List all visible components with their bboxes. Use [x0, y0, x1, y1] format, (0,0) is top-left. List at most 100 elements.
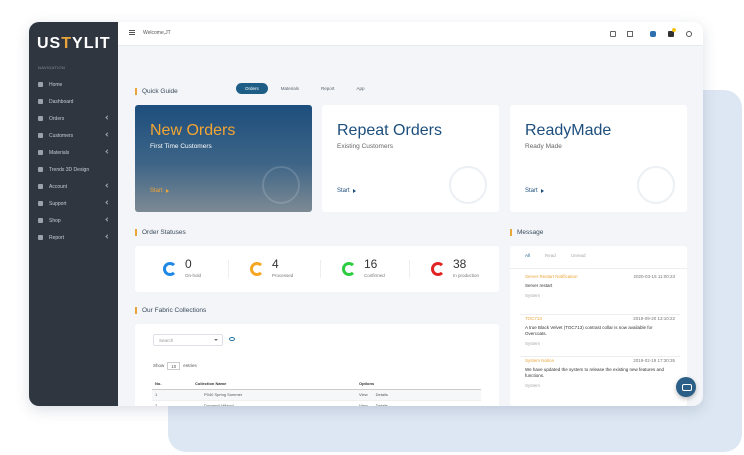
sidebar-item-label: Shop — [49, 217, 61, 224]
chevron-left-icon — [105, 149, 110, 154]
divider — [409, 260, 410, 278]
status-count: 0 — [185, 257, 192, 271]
card-subtitle: First Time Customers — [150, 143, 212, 150]
page-length-select[interactable]: 10 — [167, 362, 181, 370]
message-tab-unread[interactable]: Unread — [571, 253, 586, 258]
cart-icon[interactable] — [668, 28, 676, 37]
chat-icon[interactable] — [676, 377, 696, 397]
sidebar-item-materials[interactable]: Materials — [29, 144, 118, 161]
sidebar-item-label: Materials — [49, 149, 70, 156]
message-item[interactable]: Server Restart Notification 2020-03-15 11… — [525, 274, 675, 298]
nav-icon — [38, 235, 43, 240]
tab-app[interactable]: App — [348, 83, 374, 94]
progress-ring-icon — [250, 262, 264, 276]
nav-icon — [38, 184, 43, 189]
view-link[interactable]: View — [359, 403, 368, 406]
nav-icon — [38, 201, 43, 206]
column-header[interactable]: Collection Name — [192, 379, 356, 390]
message-tabs: All Read Unread — [525, 253, 586, 258]
grid-icon[interactable] — [610, 31, 616, 37]
eye-icon[interactable] — [229, 337, 235, 341]
sidebar-item-shop[interactable]: Shop — [29, 212, 118, 229]
card-subtitle: Existing Customers — [337, 143, 393, 150]
brand-logo[interactable]: USTYLIT — [37, 35, 111, 53]
nav-icon — [38, 167, 43, 172]
hamburger-icon[interactable] — [129, 30, 135, 35]
start-link[interactable]: Start — [337, 188, 350, 194]
sidebar-item-label: Support — [49, 200, 67, 207]
sidebar-item-label: Report — [49, 234, 65, 241]
status-label: In production — [453, 273, 480, 278]
sidebar-item-home[interactable]: Home — [29, 76, 118, 93]
divider — [520, 356, 680, 357]
table-row: 2 Dormeuil Milano! View Details — [152, 400, 481, 406]
message-tab-all[interactable]: All — [525, 253, 530, 258]
sidebar-item-label: Customers — [49, 132, 74, 139]
sidebar-item-customers[interactable]: Customers — [29, 127, 118, 144]
message-item[interactable]: TOC713 2019-09-20 13:10:22 A true Black Ve… — [525, 316, 675, 346]
table-row: 1 P040 Spring Summer View Details — [152, 389, 481, 401]
sidebar: USTYLIT NAVIGATION Home Dashboard Orders Cu… — [29, 22, 118, 406]
status-label: On-hold — [185, 273, 202, 278]
details-link[interactable]: Details — [376, 392, 388, 397]
chevron-left-icon — [105, 200, 110, 205]
sidebar-item-label: Account — [49, 183, 68, 190]
card-new-orders[interactable]: New Orders First Time Customers Start — [135, 105, 312, 212]
card-repeat-orders[interactable]: Repeat Orders Existing Customers Start — [322, 105, 499, 212]
quick-guide-tabs: Orders Materials Report App — [236, 83, 374, 94]
cell-options: View Details — [356, 389, 481, 401]
view-link[interactable]: View — [359, 392, 368, 397]
power-icon[interactable] — [686, 31, 692, 37]
sidebar-item-account[interactable]: Account — [29, 178, 118, 195]
divider — [520, 314, 680, 315]
card-readymade[interactable]: ReadyMade Ready Made Start — [510, 105, 687, 212]
nav-header: NAVIGATION — [38, 65, 66, 70]
sidebar-item-support[interactable]: Support — [29, 195, 118, 212]
tab-orders[interactable]: Orders — [236, 83, 268, 94]
details-link[interactable]: Details — [376, 403, 388, 406]
sidebar-item-trends-3d-design[interactable]: Trends 3D Design — [29, 161, 118, 178]
cell-no: 1 — [152, 389, 192, 401]
message-item[interactable]: System Notice 2019-02-19 17:30:35 We have … — [525, 358, 675, 388]
sidebar-item-label: Trends 3D Design — [49, 166, 90, 173]
chevron-down-icon — [214, 339, 218, 341]
arrow-right-icon — [166, 189, 169, 193]
fullscreen-icon[interactable] — [627, 31, 633, 37]
message-body: A true Black Velvet (TOC713) contrast co… — [525, 325, 653, 336]
quick-guide-title: Quick Guide — [135, 88, 178, 95]
sidebar-item-orders[interactable]: Orders — [29, 110, 118, 127]
card-title: Repeat Orders — [337, 122, 442, 139]
message-panel: All Read Unread Server Restart Notificatio… — [510, 246, 687, 406]
card-title: New Orders — [150, 122, 236, 139]
order-statuses-panel: 0 On-hold 4 Processed 16 Confirmed 38 In produc… — [135, 246, 499, 292]
search-input[interactable]: Search — [153, 334, 223, 346]
column-header[interactable]: No. — [152, 379, 192, 390]
chevron-left-icon — [105, 115, 110, 120]
order-statuses-title: Order Statuses — [135, 229, 186, 236]
welcome-text: Welcome,JT — [143, 30, 171, 36]
page-length-control: Show 10 entries — [153, 362, 197, 370]
top-bar: Welcome,JT — [118, 22, 703, 46]
status-count: 38 — [453, 257, 467, 271]
message-tab-read[interactable]: Read — [545, 253, 556, 258]
nav-icon — [38, 218, 43, 223]
start-link[interactable]: Start — [150, 188, 163, 194]
sidebar-item-report[interactable]: Report — [29, 229, 118, 246]
column-header: Options — [356, 379, 481, 390]
sidebar-item-label: Home — [49, 81, 63, 88]
start-link[interactable]: Start — [525, 188, 538, 194]
arrow-right-icon — [353, 189, 356, 193]
tab-report[interactable]: Report — [312, 83, 344, 94]
chevron-left-icon — [105, 183, 110, 188]
bell-icon[interactable] — [650, 31, 656, 37]
sidebar-nav: Home Dashboard Orders Customers Materials Tre… — [29, 76, 118, 246]
tab-materials[interactable]: Materials — [272, 83, 308, 94]
status-count: 4 — [272, 257, 279, 271]
thread-watermark-icon — [262, 166, 300, 204]
progress-ring-icon — [342, 262, 356, 276]
message-title: Message — [510, 229, 543, 236]
app-window: USTYLIT NAVIGATION Home Dashboard Orders Cu… — [29, 22, 703, 406]
message-body: We have updated the system to release th… — [525, 367, 665, 378]
sidebar-item-dashboard[interactable]: Dashboard — [29, 93, 118, 110]
thread-watermark-icon — [449, 166, 487, 204]
